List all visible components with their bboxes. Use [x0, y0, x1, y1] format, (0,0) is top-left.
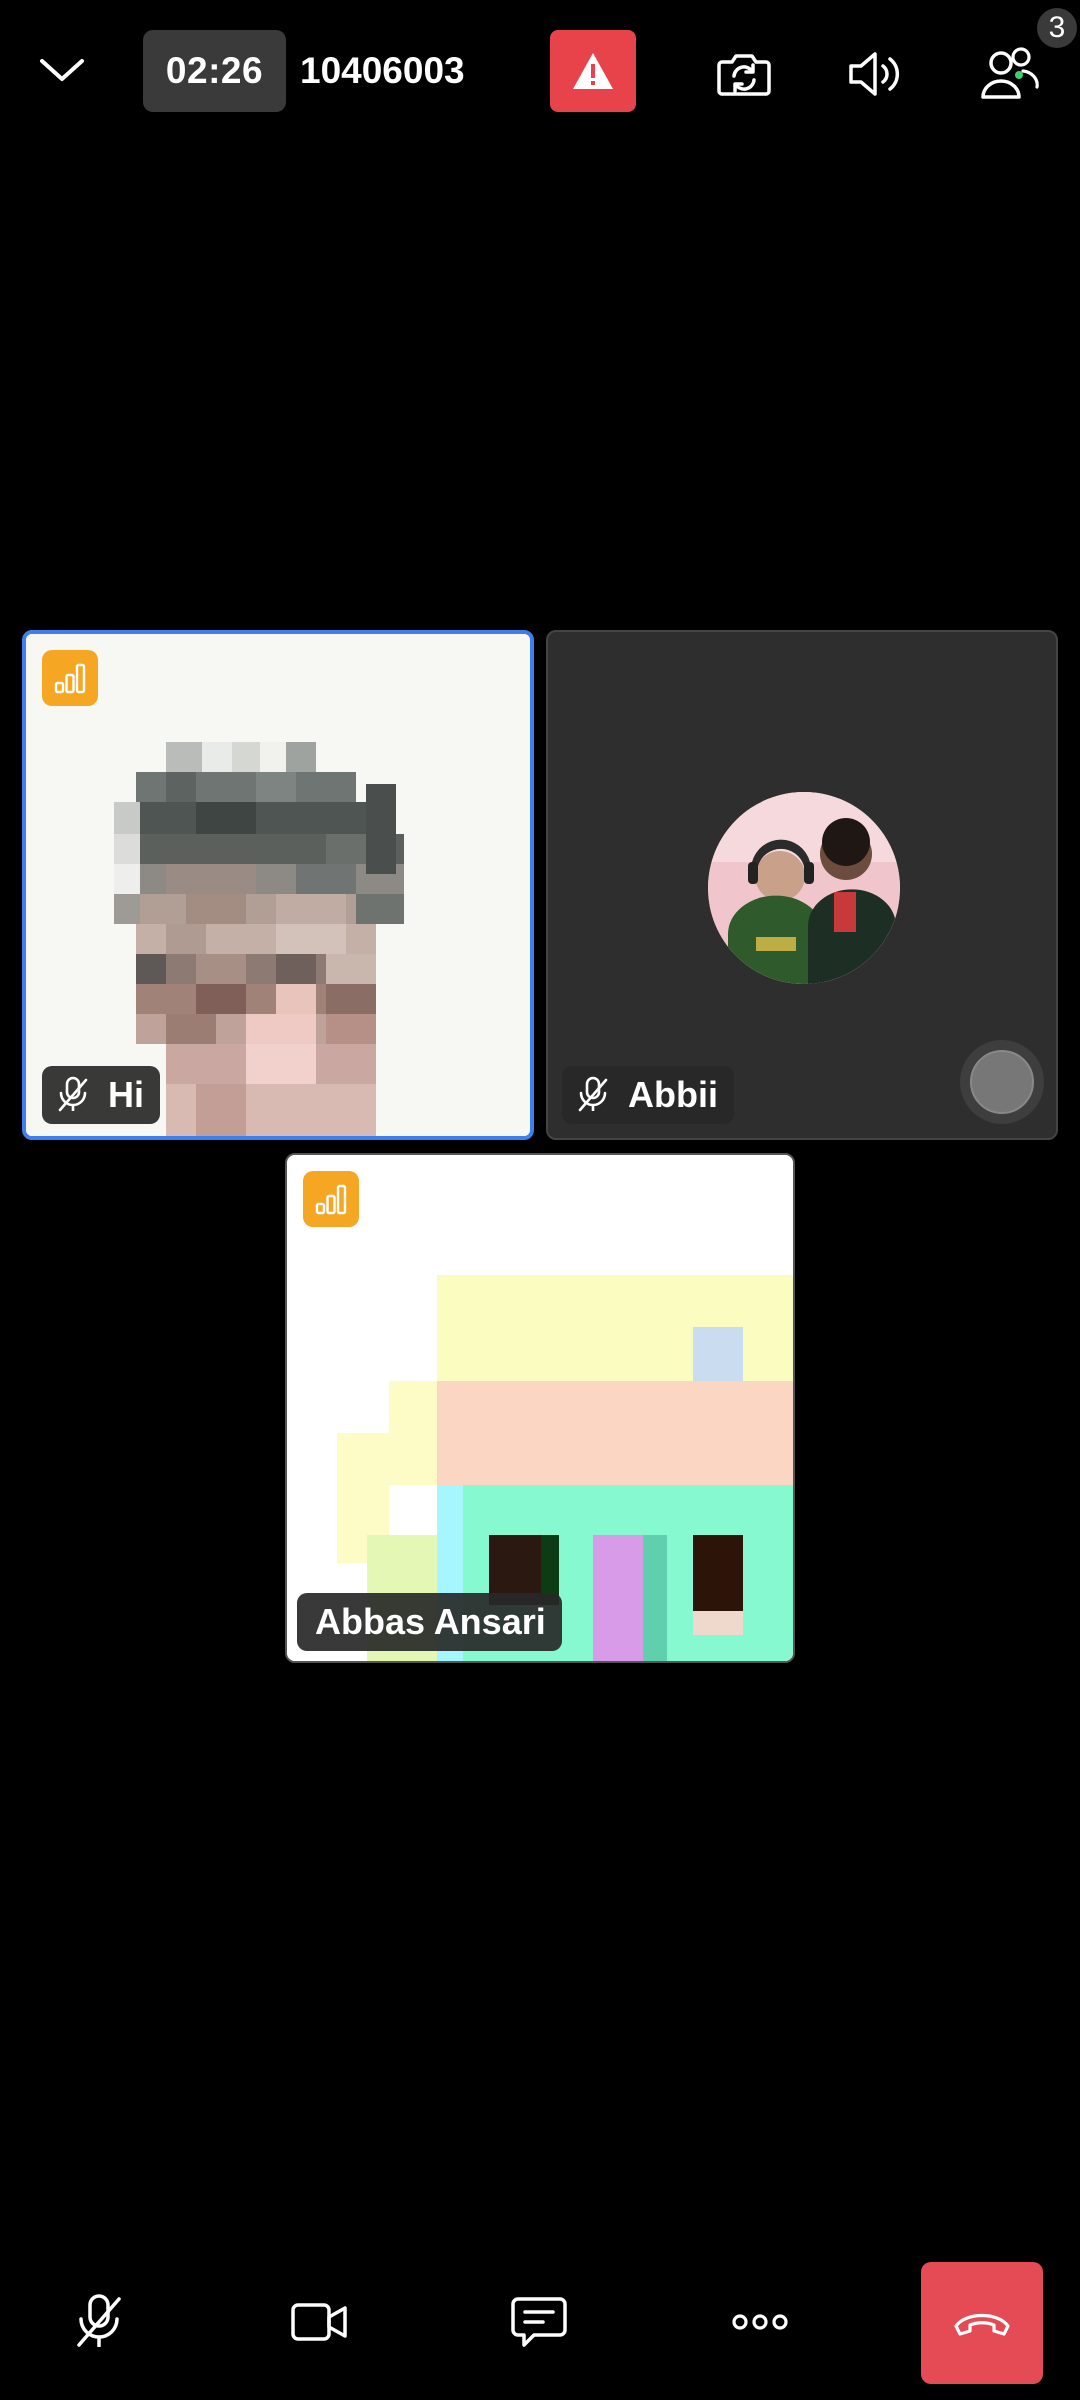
video-tile-hi[interactable]: Hi	[22, 630, 534, 1140]
floating-button-dot	[970, 1050, 1034, 1114]
participants-icon	[981, 47, 1039, 99]
mic-off-icon	[576, 1076, 610, 1114]
warning-icon	[573, 53, 613, 89]
toggle-mic-button[interactable]	[55, 2278, 143, 2366]
connection-quality-badge	[303, 1171, 359, 1227]
top-bar: 02:26 10406003 3	[0, 0, 1080, 145]
chat-button[interactable]	[495, 2278, 583, 2366]
participant-avatar	[708, 792, 900, 984]
mic-off-icon	[56, 1076, 90, 1114]
participants-button[interactable]	[965, 30, 1053, 118]
end-call-icon	[954, 2314, 1010, 2336]
participant-name-chip: Abbii	[562, 1066, 734, 1124]
connection-quality-badge	[42, 650, 98, 706]
toggle-video-button[interactable]	[275, 2278, 363, 2366]
participant-name: Abbas Ansari	[315, 1601, 546, 1642]
participant-name: Abbii	[628, 1074, 718, 1115]
signal-bars-icon	[54, 663, 86, 694]
participant-name-chip: Abbas Ansari	[297, 1593, 562, 1651]
speaker-button[interactable]	[832, 30, 920, 118]
more-options-button[interactable]	[716, 2278, 804, 2366]
avatar-photo	[708, 792, 900, 984]
pixelated-video-feed	[26, 634, 530, 1136]
more-dots-icon	[732, 2314, 788, 2330]
collapse-button[interactable]	[22, 30, 102, 110]
switch-camera-button[interactable]	[700, 30, 788, 118]
alert-button[interactable]	[550, 30, 636, 112]
call-timer: 02:26	[143, 30, 286, 112]
meeting-id[interactable]: 10406003	[300, 30, 465, 112]
chevron-down-icon	[40, 59, 84, 81]
participant-name: Hi	[108, 1074, 144, 1115]
video-camera-icon	[291, 2303, 347, 2341]
end-call-button[interactable]	[921, 2262, 1043, 2384]
participant-name-chip: Hi	[42, 1066, 160, 1124]
camera-switch-icon	[717, 54, 771, 96]
mic-off-icon	[77, 2294, 121, 2347]
video-tile-abbas-ansari[interactable]: Abbas Ansari	[285, 1153, 795, 1663]
pixelated-video-feed	[287, 1155, 793, 1661]
chat-icon	[511, 2297, 567, 2347]
speaker-icon	[849, 52, 900, 96]
signal-bars-icon	[315, 1184, 347, 1215]
floating-assistive-button[interactable]	[960, 1040, 1044, 1124]
participants-count-badge: 3	[1037, 8, 1077, 48]
